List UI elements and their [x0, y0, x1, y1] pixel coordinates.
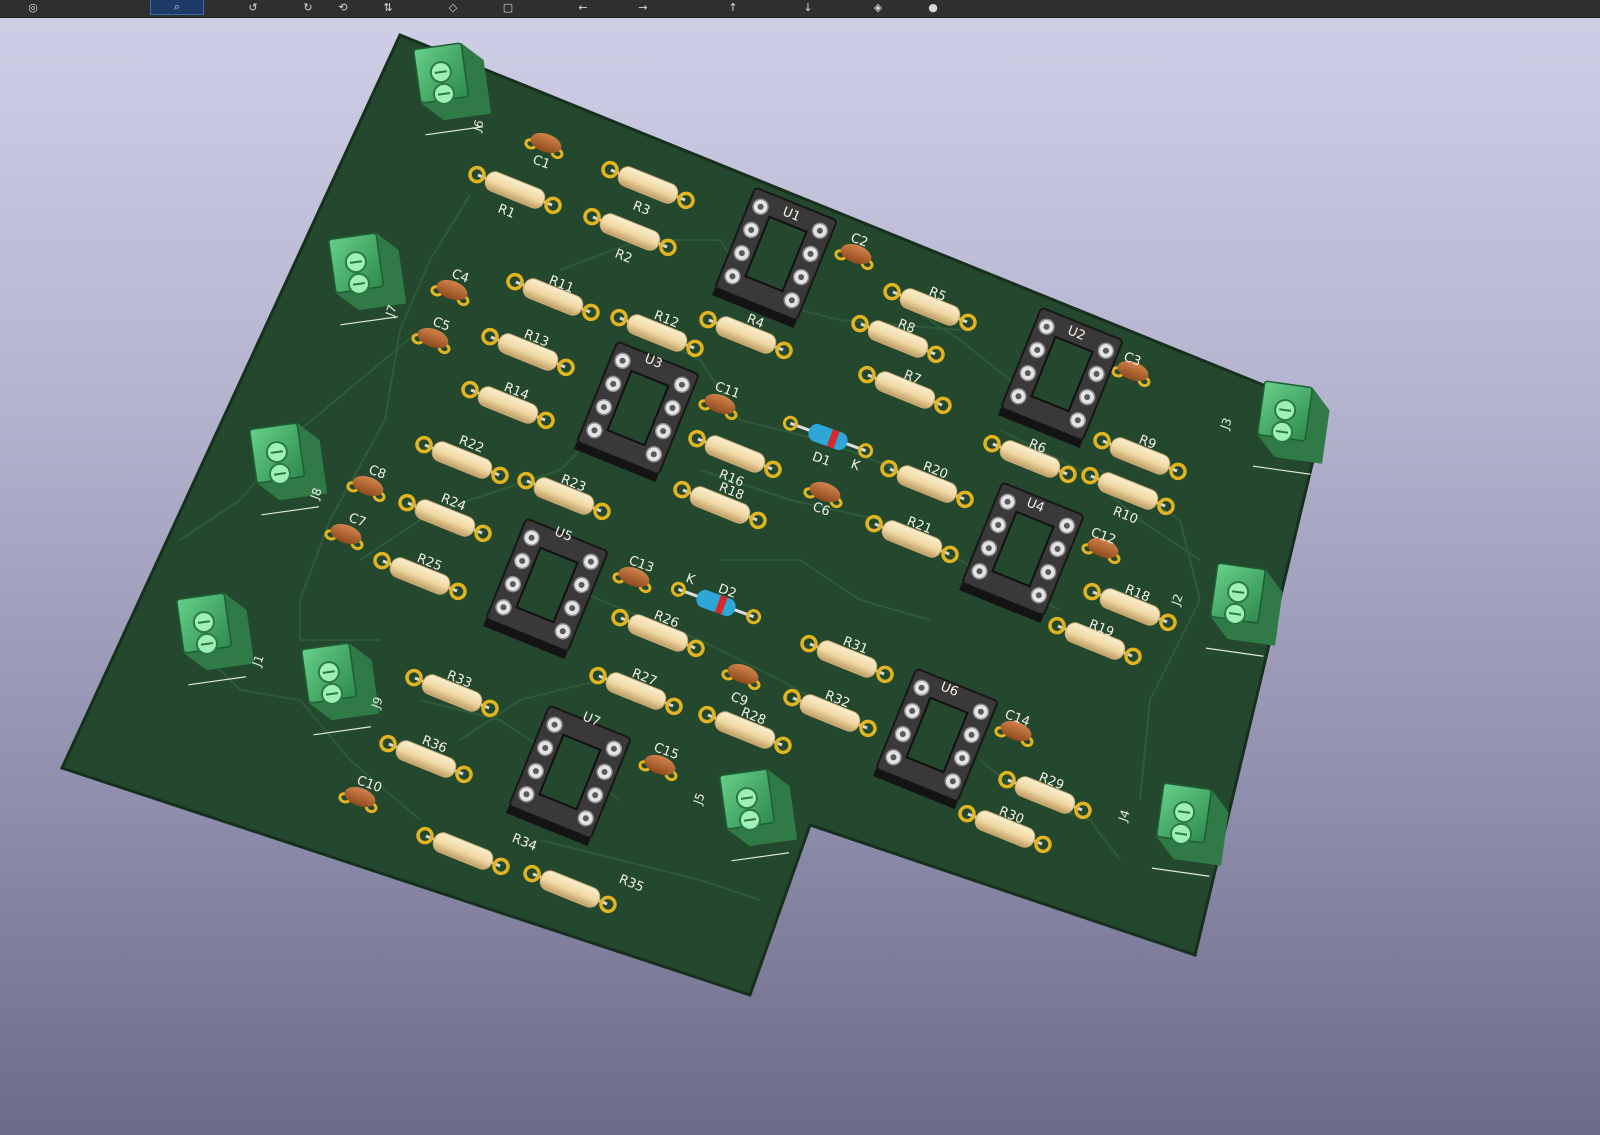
move-right-icon[interactable]: → — [630, 0, 656, 14]
rotate-z-icon[interactable]: ⟲ — [330, 0, 356, 14]
view-mode-icon[interactable]: ◎ — [20, 0, 46, 14]
move-up-icon[interactable]: ↑ — [720, 0, 746, 14]
rotate-x-icon[interactable]: ↺ — [240, 0, 266, 14]
rotate-y-icon[interactable]: ↻ — [295, 0, 321, 14]
toolbar: ◎ ⌕ ↺ ↻ ⟲ ⇅ ◇ ▢ ← → ↑ ↓ ◈ ● — [0, 0, 1600, 18]
perspective-icon[interactable]: ◇ — [440, 0, 466, 14]
3d-viewport[interactable]: R1 R3 R2 R11 R12 R4 R13 R14 R5 R8 R7 R22 R23 R16 R18 R2… — [0, 17, 1600, 1135]
layers-icon[interactable]: ◈ — [865, 0, 891, 14]
move-left-icon[interactable]: ← — [570, 0, 596, 14]
zoom-icon[interactable]: ⌕ — [150, 0, 204, 15]
move-down-icon[interactable]: ↓ — [795, 0, 821, 14]
render-icon[interactable]: ● — [920, 0, 946, 14]
flip-icon[interactable]: ⇅ — [375, 0, 401, 14]
ortho-icon[interactable]: ▢ — [495, 0, 521, 14]
pcb-3d-scene[interactable]: R1 R3R2R11R12 R4R13R14R5R8R7R22R23 R16R18R2… — [0, 17, 1600, 1135]
